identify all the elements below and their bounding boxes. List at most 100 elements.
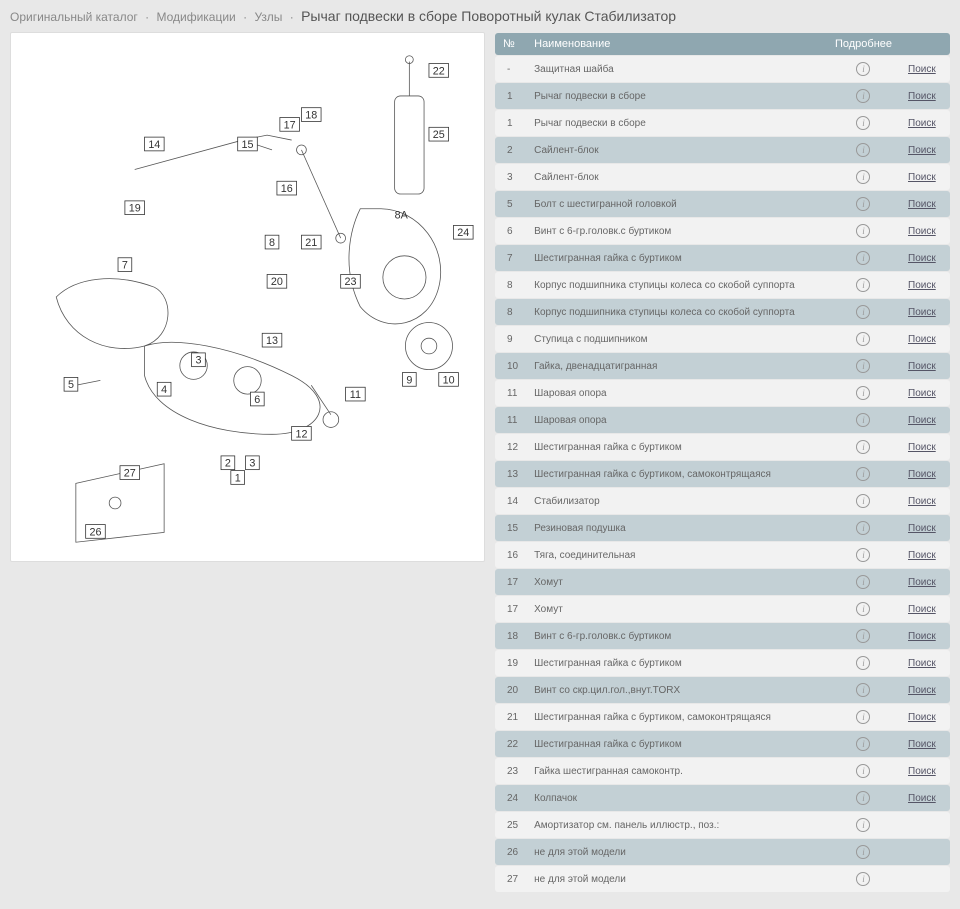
search-link[interactable]: Поиск — [908, 91, 936, 102]
table-row[interactable]: 8Корпус подшипника ступицы колеса со ско… — [495, 272, 950, 298]
info-icon[interactable]: i — [856, 251, 870, 265]
table-row[interactable]: 5Болт с шестигранной головкойiПоиск — [495, 191, 950, 217]
table-row[interactable]: 21Шестигранная гайка с буртиком, самокон… — [495, 704, 950, 730]
search-link[interactable]: Поиск — [908, 523, 936, 534]
info-icon[interactable]: i — [856, 629, 870, 643]
search-link[interactable]: Поиск — [908, 496, 936, 507]
table-row[interactable]: 16Тяга, соединительнаяiПоиск — [495, 542, 950, 568]
callout-9[interactable]: 9 — [402, 373, 416, 387]
search-link[interactable]: Поиск — [908, 469, 936, 480]
table-row[interactable]: 9Ступица с подшипникомiПоиск — [495, 326, 950, 352]
callout-17[interactable]: 17 — [280, 118, 300, 132]
info-icon[interactable]: i — [856, 494, 870, 508]
table-row[interactable]: 10Гайка, двенадцатиграннаяiПоиск — [495, 353, 950, 379]
search-link[interactable]: Поиск — [908, 712, 936, 723]
search-link[interactable]: Поиск — [908, 685, 936, 696]
search-link[interactable]: Поиск — [908, 361, 936, 372]
callout-27[interactable]: 27 — [120, 466, 140, 480]
table-row[interactable]: 3Сайлент-блокiПоиск — [495, 164, 950, 190]
search-link[interactable]: Поиск — [908, 658, 936, 669]
info-icon[interactable]: i — [856, 872, 870, 886]
search-link[interactable]: Поиск — [908, 253, 936, 264]
callout-26[interactable]: 26 — [86, 525, 106, 539]
breadcrumb-link-catalog[interactable]: Оригинальный каталог — [10, 10, 138, 24]
table-row[interactable]: 18Винт с 6-гр.головк.с буртикомiПоиск — [495, 623, 950, 649]
table-row[interactable]: 1Рычаг подвески в сбореiПоиск — [495, 110, 950, 136]
callout-14[interactable]: 14 — [145, 137, 165, 151]
info-icon[interactable]: i — [856, 602, 870, 616]
callout-3[interactable]: 3 — [246, 456, 260, 470]
search-link[interactable]: Поиск — [908, 64, 936, 75]
table-row[interactable]: 20Винт со скр.цил.гол.,внут.TORXiПоиск — [495, 677, 950, 703]
callout-12[interactable]: 12 — [292, 426, 312, 440]
search-link[interactable]: Поиск — [908, 226, 936, 237]
info-icon[interactable]: i — [856, 62, 870, 76]
table-row[interactable]: 11Шаровая опораiПоиск — [495, 380, 950, 406]
table-row[interactable]: 13Шестигранная гайка с буртиком, самокон… — [495, 461, 950, 487]
info-icon[interactable]: i — [856, 548, 870, 562]
table-row[interactable]: 2Сайлент-блокiПоиск — [495, 137, 950, 163]
search-link[interactable]: Поиск — [908, 793, 936, 804]
search-link[interactable]: Поиск — [908, 199, 936, 210]
table-row[interactable]: 25Амортизатор см. панель иллюстр., поз.:… — [495, 812, 950, 838]
search-link[interactable]: Поиск — [908, 388, 936, 399]
callout-18[interactable]: 18 — [301, 108, 321, 122]
callout-21[interactable]: 21 — [301, 235, 321, 249]
search-link[interactable]: Поиск — [908, 631, 936, 642]
table-row[interactable]: 22Шестигранная гайка с буртикомiПоиск — [495, 731, 950, 757]
callout-1[interactable]: 1 — [231, 471, 245, 485]
info-icon[interactable]: i — [856, 278, 870, 292]
table-row[interactable]: 17ХомутiПоиск — [495, 596, 950, 622]
callout-6[interactable]: 6 — [250, 392, 264, 406]
search-link[interactable]: Поиск — [908, 577, 936, 588]
table-row[interactable]: 17ХомутiПоиск — [495, 569, 950, 595]
info-icon[interactable]: i — [856, 467, 870, 481]
table-row[interactable]: 26не для этой моделиi — [495, 839, 950, 865]
info-icon[interactable]: i — [856, 737, 870, 751]
info-icon[interactable]: i — [856, 764, 870, 778]
search-link[interactable]: Поиск — [908, 550, 936, 561]
info-icon[interactable]: i — [856, 656, 870, 670]
info-icon[interactable]: i — [856, 143, 870, 157]
callout-16[interactable]: 16 — [277, 181, 297, 195]
table-row[interactable]: 8Корпус подшипника ступицы колеса со ско… — [495, 299, 950, 325]
search-link[interactable]: Поиск — [908, 280, 936, 291]
callout-11[interactable]: 11 — [346, 387, 366, 401]
callout-13[interactable]: 13 — [262, 333, 282, 347]
callout-7[interactable]: 7 — [118, 258, 132, 272]
info-icon[interactable]: i — [856, 170, 870, 184]
table-row[interactable]: 23Гайка шестигранная самоконтр.iПоиск — [495, 758, 950, 784]
info-icon[interactable]: i — [856, 413, 870, 427]
table-row[interactable]: 11Шаровая опораiПоиск — [495, 407, 950, 433]
info-icon[interactable]: i — [856, 116, 870, 130]
search-link[interactable]: Поиск — [908, 442, 936, 453]
info-icon[interactable]: i — [856, 305, 870, 319]
table-row[interactable]: 1Рычаг подвески в сбореiПоиск — [495, 83, 950, 109]
callout-10[interactable]: 10 — [439, 373, 459, 387]
callout-5[interactable]: 5 — [64, 377, 78, 391]
search-link[interactable]: Поиск — [908, 766, 936, 777]
breadcrumb-link-modifications[interactable]: Модификации — [156, 10, 235, 24]
info-icon[interactable]: i — [856, 197, 870, 211]
table-row[interactable]: 24КолпачокiПоиск — [495, 785, 950, 811]
callout-8[interactable]: 8 — [265, 235, 279, 249]
info-icon[interactable]: i — [856, 89, 870, 103]
callout-3[interactable]: 3 — [192, 353, 206, 367]
search-link[interactable]: Поиск — [908, 118, 936, 129]
info-icon[interactable]: i — [856, 710, 870, 724]
callout-20[interactable]: 20 — [267, 274, 287, 288]
info-icon[interactable]: i — [856, 332, 870, 346]
search-link[interactable]: Поиск — [908, 145, 936, 156]
table-row[interactable]: -Защитная шайбаiПоиск — [495, 56, 950, 82]
callout-22[interactable]: 22 — [429, 64, 449, 78]
callout-15[interactable]: 15 — [238, 137, 258, 151]
search-link[interactable]: Поиск — [908, 307, 936, 318]
callout-4[interactable]: 4 — [157, 382, 171, 396]
search-link[interactable]: Поиск — [908, 334, 936, 345]
table-row[interactable]: 14СтабилизаторiПоиск — [495, 488, 950, 514]
info-icon[interactable]: i — [856, 386, 870, 400]
info-icon[interactable]: i — [856, 791, 870, 805]
table-row[interactable]: 12Шестигранная гайка с буртикомiПоиск — [495, 434, 950, 460]
table-row[interactable]: 6Винт с 6-гр.головк.с буртикомiПоиск — [495, 218, 950, 244]
info-icon[interactable]: i — [856, 575, 870, 589]
